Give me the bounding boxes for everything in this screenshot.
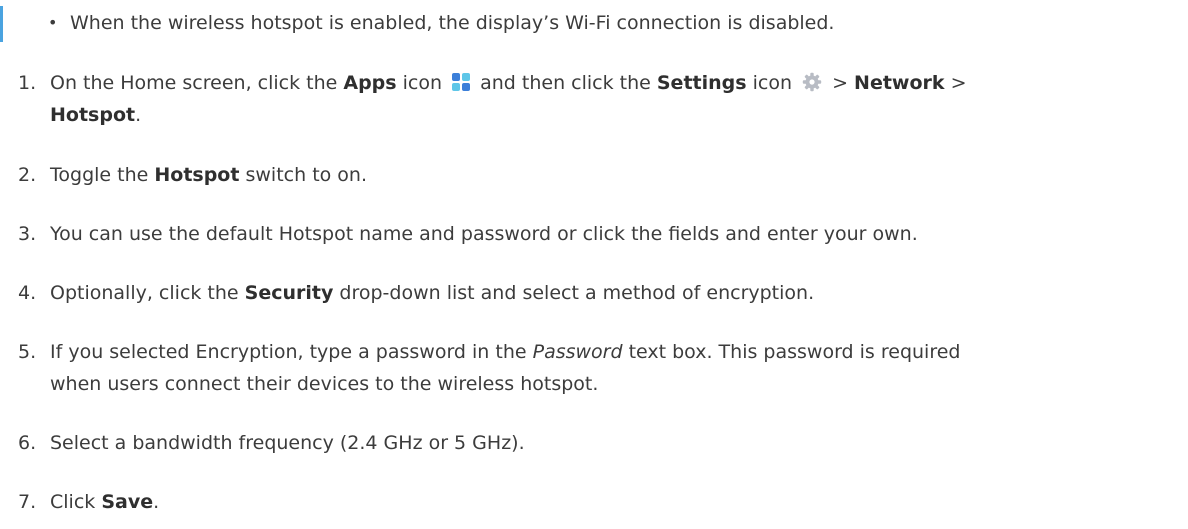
step-number: 6. <box>18 432 37 454</box>
bullet-marker: • <box>48 13 58 32</box>
step-text: > <box>826 72 855 94</box>
step-item: 4. Optionally, click the Security drop-do… <box>18 278 814 308</box>
step-continuation: when users connect their devices to the … <box>50 369 598 399</box>
step-text: when users connect their devices to the … <box>50 373 599 395</box>
step-text: . <box>135 104 142 126</box>
step-bold-text: Apps <box>343 72 397 94</box>
step-bold-text: Settings <box>656 72 747 94</box>
step-text: Toggle the <box>50 164 155 186</box>
step-italic-text: Password <box>532 341 623 363</box>
document-page: • When the wireless hotspot is enabled, t… <box>0 0 1188 529</box>
step-text: text box. This password is required <box>622 341 961 363</box>
step-text: Optionally, click the <box>50 282 245 304</box>
step-number: 4. <box>18 282 37 304</box>
gear-icon <box>802 72 822 92</box>
note-text: When the wireless hotspot is enabled, th… <box>70 12 835 34</box>
step-text: and then click the <box>474 72 657 94</box>
step-bold-text: Network <box>854 72 945 94</box>
step-continuation: Hotspot. <box>50 100 141 130</box>
note-accent-bar <box>0 6 3 42</box>
step-text: icon <box>746 72 799 94</box>
step-text: . <box>153 491 160 513</box>
step-text: Select a bandwidth frequency (2.4 GHz or… <box>50 432 525 454</box>
step-item: 5. If you selected Encryption, type a pas… <box>18 337 961 395</box>
step-text: drop-down list and select a method of en… <box>333 282 815 304</box>
step-text: > <box>944 72 967 94</box>
step-item: 2. Toggle the Hotspot switch to on. <box>18 160 367 190</box>
step-number: 5. <box>18 341 37 363</box>
step-item: 7. Click Save. <box>18 487 159 517</box>
step-number: 3. <box>18 223 37 245</box>
step-text: You can use the default Hotspot name and… <box>50 223 918 245</box>
step-text: icon <box>396 72 449 94</box>
step-item: 1. On the Home screen, click the Apps ico… <box>18 68 967 126</box>
step-item: 6. Select a bandwidth frequency (2.4 GHz … <box>18 428 525 458</box>
step-text: On the Home screen, click the <box>50 72 344 94</box>
step-text: If you selected Encryption, type a passw… <box>50 341 533 363</box>
step-bold-text: Hotspot <box>50 104 136 126</box>
step-number: 2. <box>18 164 37 186</box>
step-text: Click <box>50 491 102 513</box>
step-text: switch to on. <box>239 164 368 186</box>
step-bold-text: Hotspot <box>154 164 240 186</box>
step-bold-text: Security <box>244 282 334 304</box>
note-bullet-item: • When the wireless hotspot is enabled, t… <box>48 8 834 38</box>
step-item: 3. You can use the default Hotspot name a… <box>18 219 918 249</box>
step-bold-text: Save <box>101 491 154 513</box>
step-number: 7. <box>18 491 37 513</box>
apps-icon <box>452 73 471 91</box>
step-number: 1. <box>18 72 37 94</box>
